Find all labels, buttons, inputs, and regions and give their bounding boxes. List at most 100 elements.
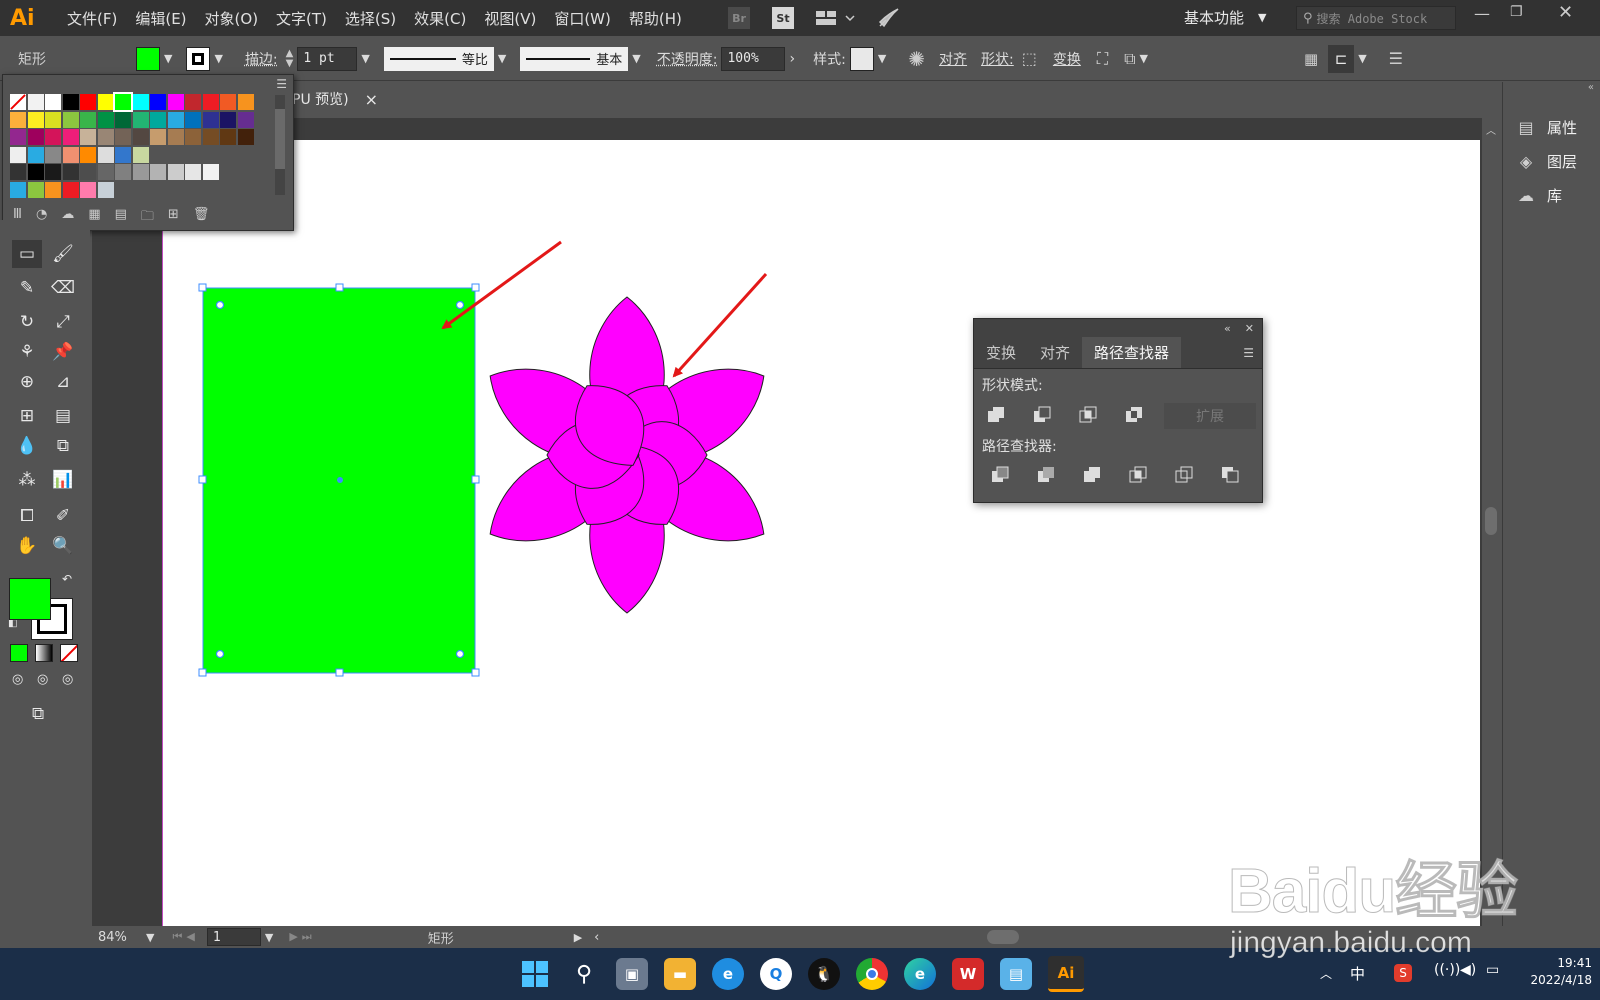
color-swatch[interactable] [62,146,79,163]
slice-tool-icon[interactable]: ✐ [48,502,78,530]
transform-link[interactable]: 变换 [1053,49,1081,69]
color-swatch[interactable] [27,111,44,128]
stroke-label[interactable]: 描边: [245,49,278,69]
artboard-nav-first-icon[interactable]: ⏮◀ [172,930,198,944]
color-swatch[interactable] [167,111,184,128]
close-window-button[interactable]: ✕ [1558,2,1573,23]
artboard-nav-last-icon[interactable]: ▶⏭ [289,930,315,944]
ime-indicator[interactable]: 中 [1350,963,1365,984]
stock-button[interactable]: St [772,7,794,29]
chevron-down-icon[interactable]: ▼ [1136,52,1152,65]
color-swatch[interactable] [27,164,44,180]
color-swatch[interactable] [150,111,166,128]
swatch-scrollbar[interactable] [275,95,285,195]
graphic-style-swatch[interactable] [849,46,874,71]
close-tab-icon[interactable]: × [365,90,378,109]
layers-panel-button[interactable]: ◈ 图层 [1503,144,1600,178]
color-swatch[interactable] [185,129,201,145]
horizontal-scroll-thumb[interactable] [987,930,1020,944]
color-swatch[interactable] [97,111,114,128]
color-swatch[interactable] [80,111,96,128]
shape-builder-tool-icon[interactable]: ⊕ [12,368,42,396]
close-panel-icon[interactable]: ✕ [1245,322,1254,335]
wifi-icon[interactable]: ((·)) [1434,962,1460,978]
color-swatch[interactable] [115,146,131,163]
color-swatch[interactable] [80,129,96,145]
wps-icon[interactable]: W [952,958,984,990]
control-menu-icon[interactable]: ☰ [1389,49,1403,68]
magenta-flower[interactable] [472,296,783,614]
color-swatch[interactable] [237,111,254,128]
menu-view[interactable]: 视图(V) [475,8,545,29]
workspace-switcher[interactable]: 基本功能 ▼ [1184,7,1266,28]
color-swatch[interactable] [115,164,131,180]
menu-select[interactable]: 选择(S) [336,8,405,29]
chevron-down-icon[interactable]: ▼ [357,52,373,65]
color-swatch[interactable] [150,94,166,110]
none-mode-icon[interactable] [60,644,78,662]
panel-menu-icon[interactable]: ☰ [1243,346,1262,360]
chevron-down-icon[interactable]: ▼ [142,931,158,944]
new-swatch-icon[interactable]: ⊞ [168,207,179,227]
menu-help[interactable]: 帮助(H) [620,8,691,29]
chrome-icon[interactable] [856,958,888,990]
minimize-button[interactable]: — [1474,4,1490,23]
ie-browser-icon[interactable]: e [712,958,744,990]
panel-menu-icon[interactable]: ☰ [276,77,287,91]
file-explorer-icon[interactable]: ▬ [664,958,696,990]
warp-tool-icon[interactable]: ⚘ [12,338,42,366]
color-swatch[interactable] [27,94,44,110]
eyedropper-tool-icon[interactable]: 💧 [12,432,42,460]
shape-mode-buttons[interactable] [986,405,1156,427]
color-swatch[interactable] [202,164,219,180]
fill-color-indicator[interactable] [9,578,51,620]
draw-normal-icon[interactable]: ◎ [12,672,23,687]
chevron-down-icon[interactable]: ▼ [628,52,644,65]
color-swatch[interactable] [167,164,184,180]
draw-behind-icon[interactable]: ◎ [37,672,48,687]
color-group-icon[interactable]: ▤ [115,207,127,227]
color-swatch[interactable] [27,181,44,198]
expand-button[interactable]: 扩展 [1164,403,1256,429]
color-swatch[interactable] [80,94,96,110]
start-button[interactable] [522,961,548,987]
color-swatch[interactable] [132,164,149,180]
zoom-tool-icon[interactable]: 🔍 [48,532,78,560]
swatch-options-icon[interactable]: ▦ [88,207,100,227]
hand-tool-icon[interactable]: ✋ [12,532,42,560]
bridge-button[interactable]: Br [728,7,750,29]
symbol-sprayer-tool-icon[interactable]: ⁂ [12,466,42,494]
align-link[interactable]: 对齐 [939,49,967,69]
qq-icon[interactable]: 🐧 [808,958,840,990]
gpu-performance-button[interactable] [876,6,900,30]
color-swatch[interactable] [62,94,79,110]
color-swatch[interactable] [132,94,149,110]
artboard-tool-icon[interactable]: ⧠ [12,502,42,530]
color-swatch[interactable] [45,164,61,180]
task-view-icon[interactable]: ▣ [616,958,648,990]
color-swatch[interactable] [167,129,184,145]
brush-definition[interactable]: 基本 [520,46,629,71]
color-swatch[interactable] [62,164,79,180]
chat-app-icon[interactable]: Q [760,958,792,990]
color-swatch[interactable] [45,94,61,110]
column-graph-tool-icon[interactable]: 📊 [48,466,78,494]
new-folder-icon[interactable]: 🗀 [141,207,154,227]
collapse-dock-icon[interactable]: « [1503,82,1600,110]
menu-type[interactable]: 文字(T) [267,8,336,29]
swap-colors-icon[interactable]: ↶ [62,572,72,586]
libraries-panel-button[interactable]: ☁ 库 [1503,178,1600,212]
battery-icon[interactable]: ▭ [1486,962,1499,978]
color-swatch[interactable] [97,146,114,163]
color-swatch[interactable] [185,111,201,128]
collapse-panel-icon[interactable]: « [1224,322,1231,335]
blend-tool-icon[interactable]: ⧉ [48,432,78,460]
isolate-icon[interactable]: ⛶ [1097,49,1108,69]
color-swatch[interactable] [185,164,201,180]
delete-swatch-icon[interactable]: 🗑 [193,207,210,227]
tray-overflow-icon[interactable]: ︿ [1320,965,1332,982]
search-icon[interactable]: ⚲ [568,958,600,990]
chevron-down-icon[interactable]: ▼ [494,52,510,65]
color-swatch[interactable] [62,181,79,198]
tab-align[interactable]: 对齐 [1028,337,1082,368]
